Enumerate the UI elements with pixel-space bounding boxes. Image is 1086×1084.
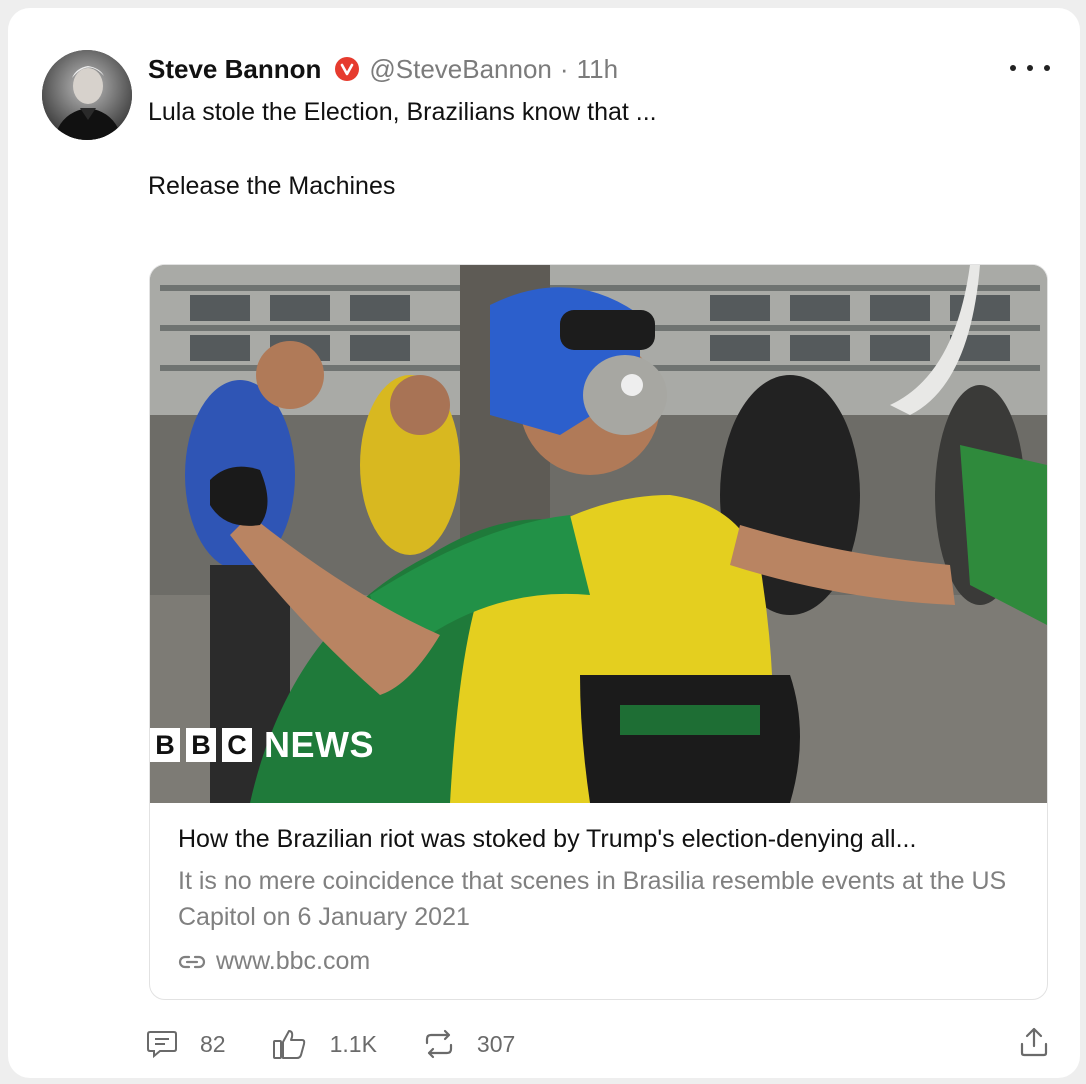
share-icon [1020,1027,1048,1057]
post-text-line: Release the Machines [148,172,396,200]
verified-badge-icon [335,57,360,81]
share-button[interactable] [1018,1026,1050,1063]
link-icon [178,955,206,968]
author-handle[interactable]: @SteveBannon [369,54,552,85]
repost-count: 307 [476,1030,516,1057]
link-domain-row[interactable]: www.bbc.com [178,947,1023,976]
link-domain: www.bbc.com [216,947,371,975]
bbc-logo-letter: C [222,728,252,762]
link-preview-image [150,265,1047,803]
bbc-logo-word: NEWS [264,724,374,765]
author-row: Steve Bannon @SteveBannon · 11h [148,52,618,86]
bbc-logo-letter: B [186,728,216,762]
comment-button[interactable]: 82 [146,1029,272,1059]
action-bar: 82 1.1K 307 [146,1022,1050,1066]
thumbs-up-icon [272,1030,305,1059]
link-preview-card[interactable]: B B C NEWS How the Brazilian riot was st… [149,264,1048,1000]
link-description: It is no mere coincidence that scenes in… [178,867,1007,931]
repost-icon [425,1029,453,1059]
link-preview-meta: How the Brazilian riot was stoked by Tru… [178,821,1023,976]
bbc-news-logo: B B C NEWS [150,724,374,765]
post-text: Lula stole the Election, Brazilians know… [148,94,1028,204]
link-title[interactable]: How the Brazilian riot was stoked by Tru… [178,821,1023,857]
comment-count: 82 [200,1030,226,1057]
repost-button[interactable]: 307 [423,1029,515,1059]
meta-separator: · [559,53,569,84]
comment-icon [147,1031,177,1059]
post-card: Steve Bannon @SteveBannon · 11h Lula sto… [8,8,1080,1078]
post-time[interactable]: 11h [577,54,618,85]
bbc-logo-letter: B [150,728,180,762]
like-count: 1.1K [329,1030,377,1057]
author-avatar[interactable] [42,50,132,140]
author-name[interactable]: Steve Bannon [148,54,321,85]
like-button[interactable]: 1.1K [272,1028,423,1060]
post-text-line: Lula stole the Election, Brazilians know… [148,98,657,126]
more-options-icon[interactable] [1010,56,1050,80]
